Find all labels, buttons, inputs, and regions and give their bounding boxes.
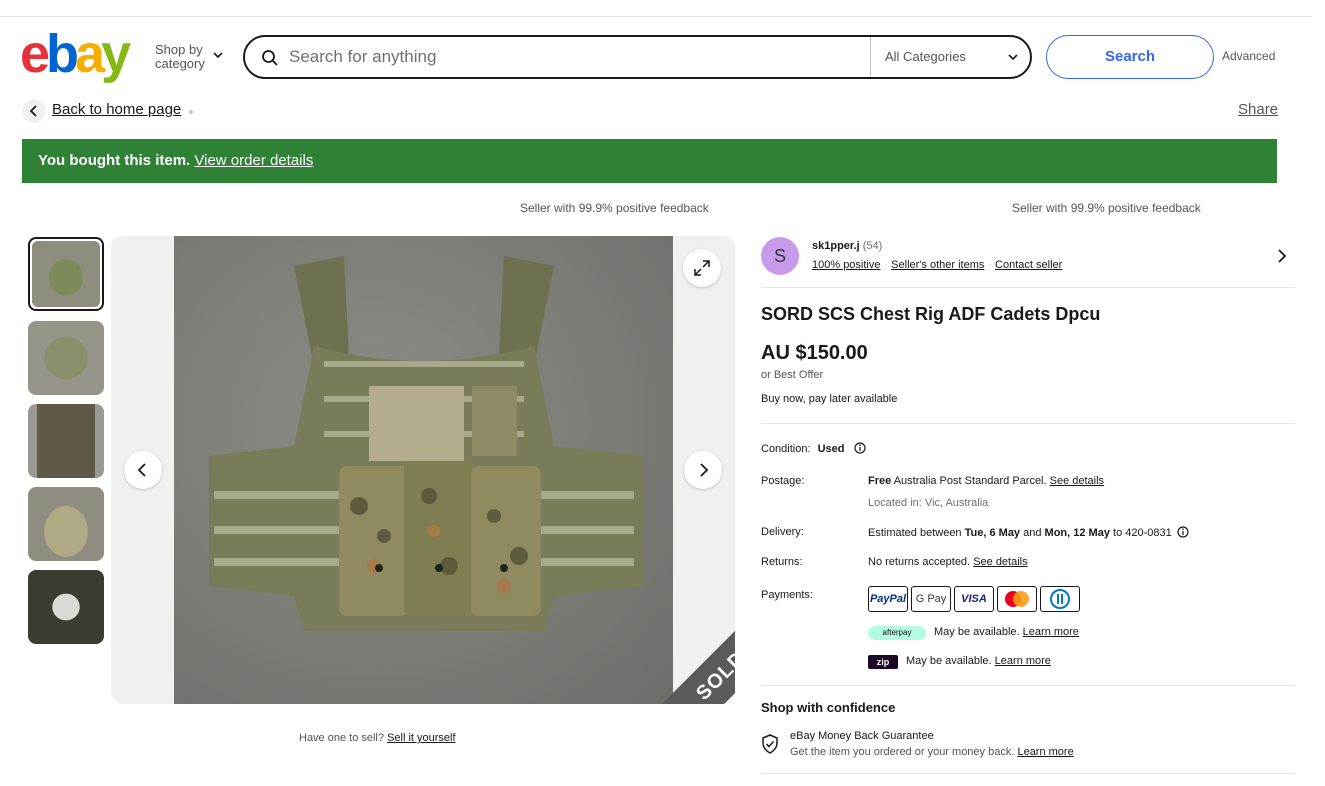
item-title: SORD SCS Chest Rig ADF Cadets Dpcu [761,304,1101,324]
chevron-down-icon[interactable] [1007,51,1019,63]
banner-text: You bought this item. [38,152,191,169]
chest-rig-illustration [209,256,644,631]
info-icon[interactable] [1177,526,1189,538]
returns-label: Returns: [761,556,803,568]
thumbnail-image [28,487,104,561]
zip-icon: zip [868,655,898,669]
google-pay-icon: G Pay [911,586,951,612]
seller-links: 100% positive · Seller's other items · Conta… [812,259,1063,271]
divider [761,423,1295,424]
seller-feedback-count: (54) [862,240,883,252]
chevron-right-icon[interactable] [1277,249,1287,263]
pay-later-label: Buy now, pay later available [761,393,898,405]
seller-feedback-note: Seller with 99.9% positive feedback [1012,201,1201,215]
zip-note: May be available. Learn more [906,655,1051,667]
money-back-guarantee-text: Get the item you ordered or your money b… [790,746,1074,758]
delivery-value: Estimated between Tue, 6 May and Mon, 12… [868,526,1189,539]
chevron-down-icon[interactable] [212,50,224,60]
view-order-details-link[interactable]: View order details [194,152,313,169]
thumbnail-image [28,404,104,478]
returns-see-details-link[interactable]: See details [973,556,1027,568]
shop-by-line2: category [155,56,205,71]
search-input[interactable] [289,43,859,71]
afterpay-icon: afterpay [868,626,926,640]
zip-learn-more-link[interactable]: Learn more [995,655,1051,667]
contact-seller-link[interactable]: Contact seller [995,259,1062,271]
postage-value: Free Australia Post Standard Parcel. See… [868,475,1104,487]
mastercard-icon [997,586,1037,612]
chevron-left-icon [29,105,37,117]
shop-by-category-button[interactable]: Shop by category [155,43,205,71]
item-price: AU $150.00 [761,342,868,364]
shop-by-line1: Shop by [155,42,203,57]
fullscreen-button[interactable] [683,249,721,287]
divider [761,685,1295,686]
thumbnail-4[interactable] [28,487,104,561]
purchase-banner: You bought this item. View order details [22,139,1277,183]
delivery-label: Delivery: [761,526,804,538]
thumbnail-image [28,570,104,644]
sell-it-yourself-link[interactable]: Sell it yourself [387,732,455,744]
item-location: Located in: Vic, Australia [868,497,989,509]
postage-text: Australia Post Standard Parcel. [893,475,1047,487]
seller-positive-link[interactable]: 100% positive [812,259,881,271]
have-one-to-sell: Have one to sell? Sell it yourself [299,732,456,744]
divider [761,287,1295,288]
thumbnail-2[interactable] [28,321,104,395]
chevron-right-icon [700,463,709,477]
afterpay-learn-more-link[interactable]: Learn more [1023,626,1079,638]
breadcrumb-dot [189,110,193,114]
previous-image-button[interactable] [124,451,162,489]
main-product-image[interactable] [174,236,673,704]
info-icon[interactable] [853,442,866,454]
chevron-left-icon [137,463,146,477]
condition-row: Condition: Used [761,442,866,455]
category-select[interactable]: All Categories [885,49,966,64]
diners-club-icon [1040,586,1080,612]
shop-with-confidence-heading: Shop with confidence [761,700,896,715]
seller-feedback-note: Seller with 99.9% positive feedback [520,201,709,215]
condition-value: Used [817,443,845,455]
ebay-logo[interactable]: ebay [20,27,142,81]
money-back-guarantee-title: eBay Money Back Guarantee [790,730,934,742]
search-button[interactable]: Search [1046,35,1214,79]
best-offer-label: or Best Offer [761,369,824,381]
expand-icon [694,260,710,276]
guarantee-learn-more-link[interactable]: Learn more [1017,746,1073,758]
paypal-icon: PayPal [868,586,908,612]
main-image-container: SOLD [111,236,735,704]
back-button[interactable] [22,99,46,123]
thumbnail-3[interactable] [28,404,104,478]
divider [761,773,1295,774]
seller-other-items-link[interactable]: Seller's other items [891,259,984,271]
condition-label: Condition: [761,443,811,455]
search-bar: All Categories [243,35,1032,79]
seller-name[interactable]: sk1pper.j (54) [812,240,882,252]
thumbnail-1[interactable] [28,237,104,311]
advanced-search-link[interactable]: Advanced [1222,49,1275,63]
share-link[interactable]: Share [1238,101,1278,118]
next-image-button[interactable] [684,451,722,489]
back-to-home-link[interactable]: Back to home page [52,101,181,118]
top-divider [0,16,1312,17]
seller-avatar[interactable]: S [761,237,799,275]
search-divider [870,37,871,77]
postage-free: Free [868,475,892,487]
have-one-text: Have one to sell? [299,732,384,744]
shield-check-icon [762,734,778,754]
returns-value: No returns accepted. See details [868,556,1028,568]
postage-label: Postage: [761,475,805,487]
afterpay-note: May be available. Learn more [934,626,1079,638]
visa-icon: VISA [954,586,994,612]
payments-label: Payments: [761,589,813,601]
thumbnail-image [28,321,104,395]
search-icon [262,50,278,66]
thumbnail-image [32,241,100,307]
thumbnail-5[interactable] [28,570,104,644]
postage-see-details-link[interactable]: See details [1050,475,1104,487]
